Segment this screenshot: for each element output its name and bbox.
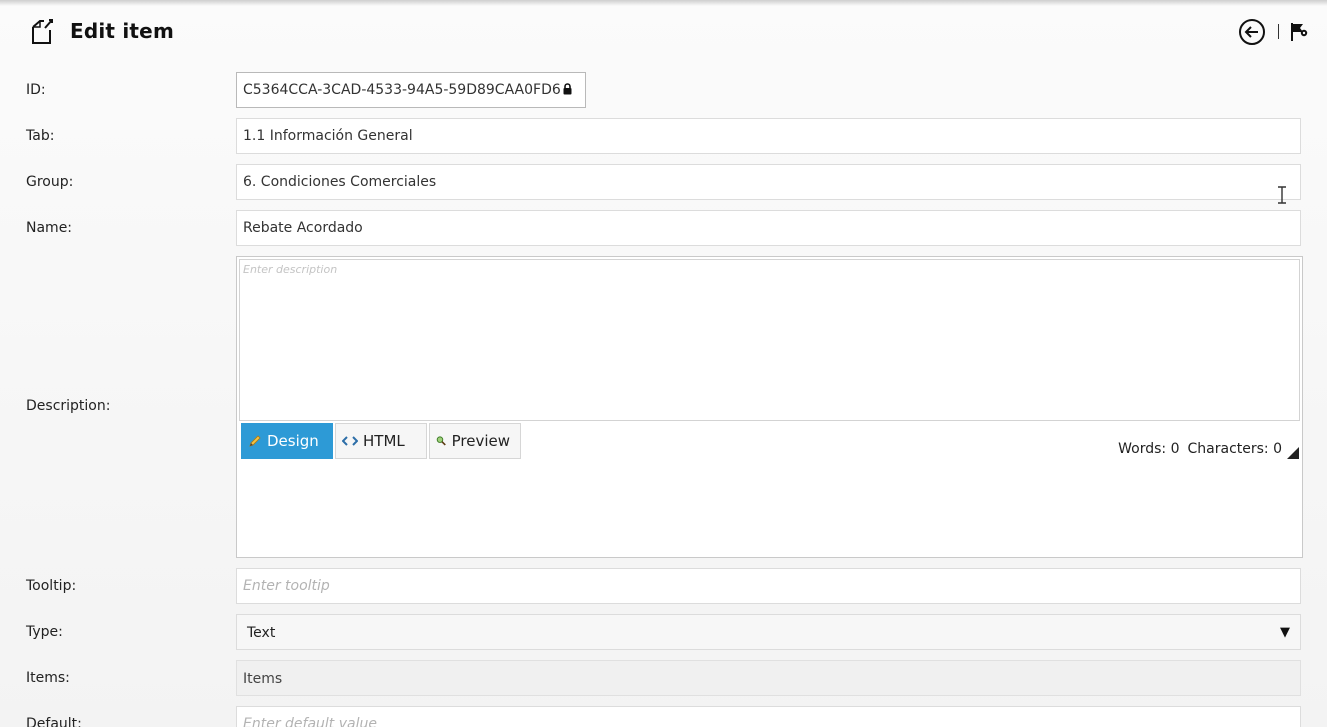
back-arrow-icon[interactable] <box>1238 18 1266 46</box>
default-label: Default: <box>26 716 82 727</box>
word-char-counter: Words: 0 Characters: 0 <box>1118 441 1282 457</box>
id-label: ID: <box>26 82 46 98</box>
lock-icon <box>563 83 572 95</box>
magnifier-icon <box>436 436 446 446</box>
description-label: Description: <box>26 398 111 414</box>
description-textarea[interactable] <box>239 259 1300 421</box>
type-select[interactable]: Text ▼ <box>236 614 1301 650</box>
default-input[interactable] <box>236 706 1301 727</box>
pencil-icon <box>249 435 261 447</box>
tab-label: Tab: <box>26 128 55 144</box>
type-selected-value: Text <box>247 625 276 641</box>
tooltip-input[interactable] <box>236 568 1301 604</box>
tab-input[interactable] <box>236 118 1301 154</box>
group-input[interactable] <box>236 164 1301 200</box>
description-editor: Design HTML Preview Words: 0 Characters: … <box>236 256 1303 558</box>
tab-design[interactable]: Design <box>241 423 333 459</box>
group-label: Group: <box>26 174 74 190</box>
char-count: Characters: 0 <box>1187 441 1283 457</box>
items-label: Items: <box>26 670 70 686</box>
name-label: Name: <box>26 220 73 236</box>
flag-gear-icon[interactable] <box>1289 21 1309 43</box>
edit-document-icon <box>32 19 53 44</box>
dropdown-arrow-icon: ▼ <box>1280 625 1290 640</box>
editor-mode-tabs: Design HTML Preview <box>241 423 521 459</box>
items-field: Items <box>236 660 1301 696</box>
text-cursor-icon <box>1278 186 1286 204</box>
id-value: C5364CCA-3CAD-4533-94A5-59D89CAA0FD6 <box>243 82 561 98</box>
type-label: Type: <box>26 624 63 640</box>
word-count: Words: 0 <box>1118 441 1180 457</box>
tab-design-label: Design <box>267 432 319 450</box>
resize-grip-icon[interactable] <box>1287 447 1299 459</box>
tooltip-label: Tooltip: <box>26 578 77 594</box>
code-icon <box>342 436 358 446</box>
page-title: Edit item <box>70 19 174 43</box>
header-divider <box>1278 24 1279 39</box>
name-input[interactable] <box>236 210 1301 246</box>
tab-html[interactable]: HTML <box>335 423 427 459</box>
id-field: C5364CCA-3CAD-4533-94A5-59D89CAA0FD6 <box>236 72 586 108</box>
tab-preview-label: Preview <box>451 432 510 450</box>
tab-preview[interactable]: Preview <box>429 423 521 459</box>
header: Edit item <box>0 0 1327 64</box>
tab-html-label: HTML <box>363 432 405 450</box>
